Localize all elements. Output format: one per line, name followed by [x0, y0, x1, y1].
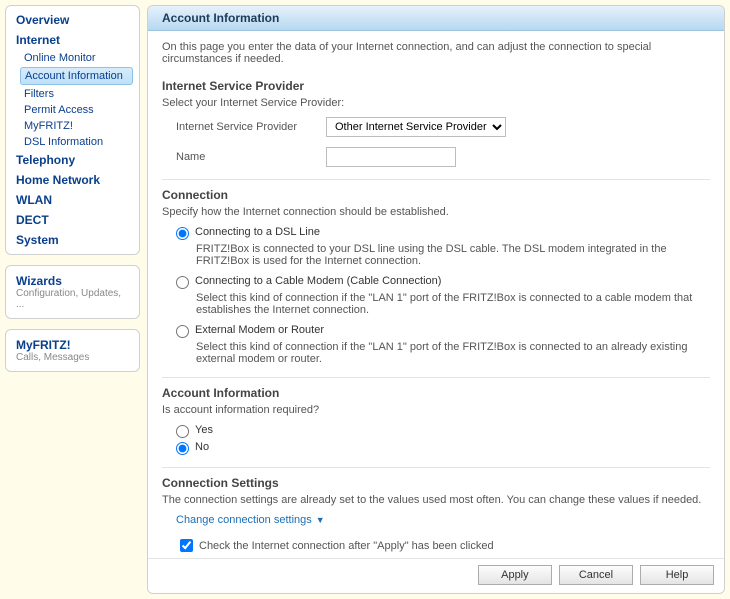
connection-section-sub: Specify how the Internet connection shou…	[162, 206, 710, 218]
page-title: Account Information	[148, 6, 724, 31]
nav-wlan[interactable]: WLAN	[6, 190, 139, 210]
conn-cable-label: Connecting to a Cable Modem (Cable Conne…	[195, 275, 441, 287]
nav-internet-dsl-info[interactable]: DSL Information	[6, 134, 139, 150]
myfritz-title: MyFRITZ!	[6, 334, 139, 352]
conn-ext-desc: Select this kind of connection if the "L…	[162, 341, 710, 365]
isp-name-input[interactable]	[326, 147, 456, 167]
conn-dsl-desc: FRITZ!Box is connected to your DSL line …	[162, 243, 710, 267]
conn-settings-title: Connection Settings	[162, 476, 710, 490]
main-nav-panel: Overview Internet Online Monitor Account…	[5, 5, 140, 255]
nav-system[interactable]: System	[6, 230, 139, 250]
help-button[interactable]: Help	[640, 565, 714, 585]
account-section-title: Account Information	[162, 386, 710, 400]
check-after-apply-checkbox[interactable]	[180, 539, 193, 552]
divider	[162, 377, 710, 378]
page-intro: On this page you enter the data of your …	[162, 41, 710, 65]
isp-name-label: Name	[162, 151, 326, 163]
isp-provider-select[interactable]: Other Internet Service Provider	[326, 117, 506, 137]
conn-cable-desc: Select this kind of connection if the "L…	[162, 292, 710, 316]
myfritz-subtitle: Calls, Messages	[6, 352, 139, 367]
check-after-apply-label: Check the Internet connection after "App…	[199, 540, 494, 552]
nav-home-network[interactable]: Home Network	[6, 170, 139, 190]
isp-section-sub: Select your Internet Service Provider:	[162, 97, 710, 109]
wizards-subtitle: Configuration, Updates, ...	[6, 288, 139, 314]
nav-internet-filters[interactable]: Filters	[6, 86, 139, 102]
nav-overview[interactable]: Overview	[6, 10, 139, 30]
account-yes-radio[interactable]	[176, 425, 189, 438]
nav-internet-permit-access[interactable]: Permit Access	[6, 102, 139, 118]
nav-internet[interactable]: Internet	[6, 30, 139, 50]
chevron-down-icon: ▼	[316, 515, 325, 525]
button-bar: Apply Cancel Help	[148, 558, 724, 593]
wizards-panel[interactable]: Wizards Configuration, Updates, ...	[5, 265, 140, 319]
nav-internet-online-monitor[interactable]: Online Monitor	[6, 50, 139, 66]
account-no-radio[interactable]	[176, 442, 189, 455]
conn-ext-label: External Modem or Router	[195, 324, 324, 336]
wizards-title: Wizards	[6, 270, 139, 288]
nav-telephony[interactable]: Telephony	[6, 150, 139, 170]
divider	[162, 467, 710, 468]
apply-button[interactable]: Apply	[478, 565, 552, 585]
nav-dect[interactable]: DECT	[6, 210, 139, 230]
account-no-label: No	[195, 441, 209, 453]
conn-settings-sub: The connection settings are already set …	[162, 494, 710, 506]
conn-dsl-radio[interactable]	[176, 227, 189, 240]
cancel-button[interactable]: Cancel	[559, 565, 633, 585]
isp-section-title: Internet Service Provider	[162, 79, 710, 93]
conn-cable-radio[interactable]	[176, 276, 189, 289]
nav-internet-account-info[interactable]: Account Information	[20, 67, 133, 85]
change-conn-settings-link[interactable]: Change connection settings▼	[162, 514, 710, 526]
myfritz-panel[interactable]: MyFRITZ! Calls, Messages	[5, 329, 140, 372]
conn-ext-radio[interactable]	[176, 325, 189, 338]
account-yes-label: Yes	[195, 424, 213, 436]
account-section-sub: Is account information required?	[162, 404, 710, 416]
nav-internet-myfritz[interactable]: MyFRITZ!	[6, 118, 139, 134]
conn-dsl-label: Connecting to a DSL Line	[195, 226, 320, 238]
connection-section-title: Connection	[162, 188, 710, 202]
isp-provider-label: Internet Service Provider	[162, 121, 326, 133]
divider	[162, 179, 710, 180]
